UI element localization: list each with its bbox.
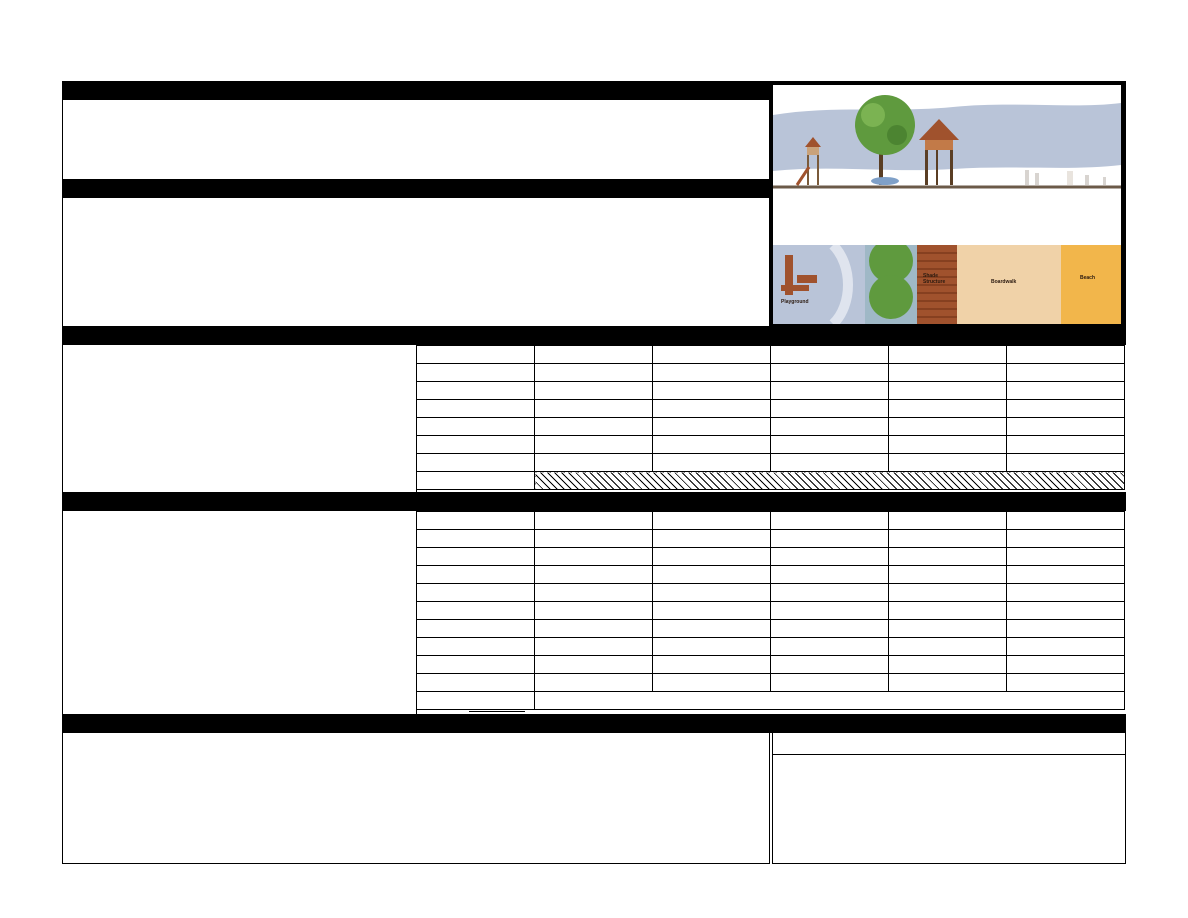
table-row [416,547,1125,566]
section-1-header-bar [62,81,773,100]
section-5-left-box [62,733,770,864]
section-2-header-bar [62,179,773,198]
table-row [416,583,1125,602]
table-total-row [416,691,1125,710]
section-5-right-divider [772,754,1126,755]
table-row [416,453,1125,472]
section-1-box [62,100,770,180]
section-3-left-box [62,345,417,492]
table-row [416,655,1125,674]
table-row [416,673,1125,692]
section-3-table [416,345,1125,490]
plan-label-shade-structure: Shade Structure [923,273,946,285]
table-row [416,619,1125,638]
total-underline-1 [469,489,525,490]
section-3-header-bar [62,326,1126,345]
plan-label-playground: Playground [781,299,809,305]
hatched-cell [534,471,1125,490]
table-row [416,529,1125,548]
section-4-left-box [62,511,417,714]
table-row [416,417,1125,436]
table-row [416,637,1125,656]
illustration-gap [773,198,1121,245]
table-total-row [416,471,1125,490]
elevation-drawing [773,85,1121,198]
table-row [416,363,1125,382]
table-row [416,601,1125,620]
table-row [416,381,1125,400]
plan-label-boardwalk: Boardwalk [991,279,1017,285]
table-row [416,345,1125,364]
section-5-header-bar [62,714,1126,733]
table-row [416,511,1125,530]
section-4-table [416,511,1125,710]
tree-figure [855,95,915,185]
section-2-box [62,198,770,327]
table-row [416,565,1125,584]
plan-label-beach: Beach [1080,275,1096,281]
table-row [416,399,1125,418]
plan-drawing: Playground Shade Structure Boardwalk Bea… [773,245,1121,324]
section-4-header-bar [62,492,1126,511]
total-underline-2 [469,711,525,712]
table-row [416,435,1125,454]
section-5-right-box [772,733,1126,864]
